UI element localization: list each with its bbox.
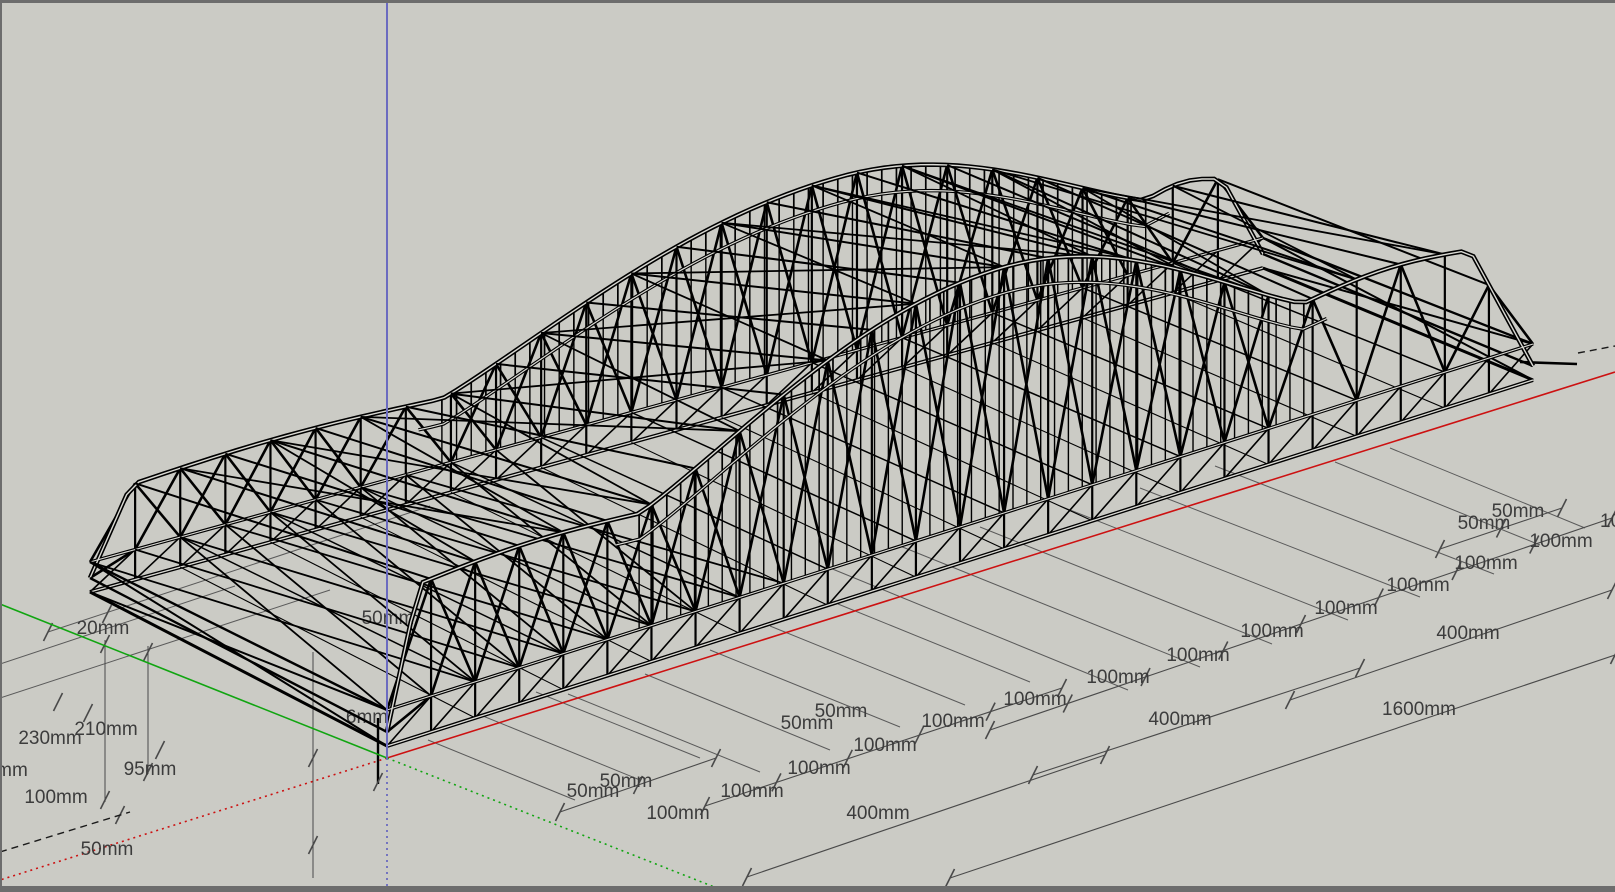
dimension-label: 100mm xyxy=(1314,598,1377,619)
dimension-labels-occluded: 20mm50mm6mm xyxy=(77,608,415,728)
dimension-label: 100mm xyxy=(921,711,984,732)
bridge-wireframe xyxy=(90,165,1533,746)
window-border-bottom xyxy=(0,886,1615,892)
dimension-label: 400mm xyxy=(1148,709,1211,730)
dimension-label: 100mm xyxy=(720,781,783,802)
dimension-label: 1600mm xyxy=(1382,699,1456,720)
dimension-label: 100mm xyxy=(646,803,709,824)
window-border-top xyxy=(0,0,1615,3)
dimension-label: 20mm xyxy=(77,618,130,639)
dimension-label: 100mm xyxy=(1240,621,1303,642)
sketchup-3d-viewport-window: 20mm50mm6mm230mm210mm 95mm 100mm 50mm mm 50mm… xyxy=(0,0,1615,892)
dimension-label: 100mm xyxy=(1600,511,1615,532)
dimension-label: 100mm xyxy=(24,787,87,808)
dimension-label: 230mm xyxy=(18,728,81,749)
window-border-left xyxy=(0,0,2,892)
model-viewport[interactable]: 20mm50mm6mm230mm210mm 95mm 100mm 50mm mm 50mm… xyxy=(0,0,1615,892)
dimension-label: 50mm xyxy=(81,839,134,860)
dimension-label: 400mm xyxy=(1436,623,1499,644)
dimension-label: 100mm xyxy=(787,758,850,779)
dimension-label: 50mm xyxy=(567,781,620,802)
dimension-label: 50mm xyxy=(781,713,834,734)
dimension-label: 400mm xyxy=(846,803,909,824)
dimension-label: mm xyxy=(0,760,28,781)
dimension-label: 100mm xyxy=(1003,689,1066,710)
dimension-label: 100mm xyxy=(1529,531,1592,552)
dimension-label: 50mm xyxy=(1492,501,1545,522)
dimension-label: 210mm xyxy=(74,719,137,740)
dimension-label: 100mm xyxy=(1454,553,1517,574)
dimension-label: 100mm xyxy=(1386,575,1449,596)
dimension-label: 95mm xyxy=(124,759,177,780)
dimension-label: 100mm xyxy=(1086,667,1149,688)
dimension-labels: 230mm210mm 95mm 100mm 50mm mm 50mm 50mm 100mm 40… xyxy=(0,501,1615,860)
dimension-label: 100mm xyxy=(1166,645,1229,666)
dimension-label: 100mm xyxy=(853,735,916,756)
